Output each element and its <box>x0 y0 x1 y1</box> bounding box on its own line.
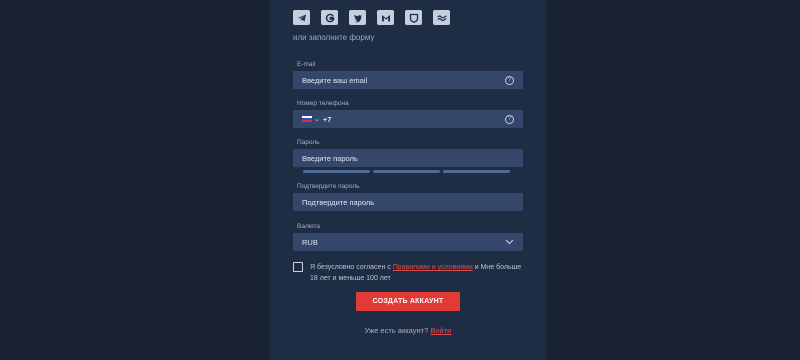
login-question: Уже есть аккаунт? <box>364 326 431 335</box>
phone-field[interactable]: ⌄ +7 ? <box>293 110 523 128</box>
strength-segment <box>303 170 370 173</box>
email-placeholder: Введите ваш email <box>302 75 368 85</box>
google-login-button[interactable] <box>321 10 338 25</box>
email-field[interactable]: Введите ваш email ? <box>293 71 523 89</box>
twitter-login-button[interactable] <box>349 10 366 25</box>
create-account-button[interactable]: СОЗДАТЬ АККАУНТ <box>356 292 460 311</box>
agreement-text-start: Я безусловно согласен с <box>310 264 393 271</box>
help-icon[interactable]: ? <box>505 75 514 85</box>
help-icon[interactable]: ? <box>505 114 514 124</box>
password-placeholder: Введите пароль <box>302 153 358 163</box>
twitter-icon <box>353 14 362 22</box>
or-fill-form-text: или заполните форму <box>293 33 375 42</box>
google-icon <box>325 13 335 22</box>
chevron-down-icon <box>505 239 514 245</box>
confirm-password-placeholder: Подтвердите пароль <box>302 197 375 207</box>
telegram-icon <box>297 14 306 21</box>
currency-value: RUB <box>302 237 318 247</box>
mail-icon <box>381 14 390 21</box>
russia-flag-icon[interactable] <box>302 115 312 123</box>
confirm-password-label: Подтвердите пароль <box>297 183 360 190</box>
confirm-password-field[interactable]: Подтвердите пароль <box>293 193 523 211</box>
password-field[interactable]: Введите пароль <box>293 149 523 167</box>
password-strength-meter <box>303 170 510 173</box>
phone-label: Номер телефона <box>297 100 349 107</box>
agreement-text: Я безусловно согласен с Правилами и усло… <box>310 262 530 284</box>
terms-link[interactable]: Правилами и условиями <box>393 264 473 271</box>
agree-checkbox[interactable] <box>293 262 303 272</box>
email-label: E-mail <box>297 61 316 68</box>
currency-select[interactable]: RUB <box>293 233 523 251</box>
mail-login-button[interactable] <box>377 10 394 25</box>
login-prompt: Уже есть аккаунт? Войти <box>270 326 546 335</box>
strength-segment <box>373 170 440 173</box>
currency-label: Валюта <box>297 223 320 230</box>
strength-segment <box>443 170 510 173</box>
registration-panel: или заполните форму E-mail Введите ваш e… <box>270 0 546 360</box>
telegram-login-button[interactable] <box>293 10 310 25</box>
chevron-down-icon[interactable]: ⌄ <box>314 115 320 123</box>
steam-login-button[interactable] <box>433 10 450 25</box>
shield-icon <box>409 13 418 23</box>
password-label: Пароль <box>297 139 320 146</box>
social-login-row <box>293 10 450 25</box>
phone-prefix: +7 <box>322 114 332 124</box>
steam-icon <box>436 14 447 21</box>
shield-login-button[interactable] <box>405 10 422 25</box>
login-link[interactable]: Войти <box>430 326 451 335</box>
